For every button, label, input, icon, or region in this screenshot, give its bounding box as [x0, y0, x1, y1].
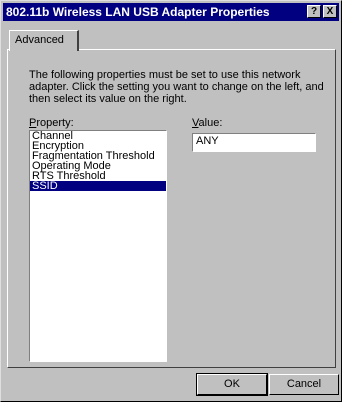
- properties-dialog: 802.11b Wireless LAN USB Adapter Propert…: [0, 0, 342, 402]
- title-bar[interactable]: 802.11b Wireless LAN USB Adapter Propert…: [3, 3, 339, 21]
- cancel-button[interactable]: Cancel: [269, 374, 339, 395]
- value-label: Value:: [192, 117, 222, 129]
- description-text: The following properties must be set to …: [29, 69, 324, 105]
- property-listbox[interactable]: Channel Encryption Fragmentation Thresho…: [29, 130, 167, 362]
- tab-advanced-label: Advanced: [15, 34, 64, 46]
- value-label-rest: alue:: [198, 117, 223, 129]
- list-item-ssid[interactable]: SSID: [30, 181, 166, 192]
- help-button[interactable]: ?: [307, 5, 321, 18]
- property-label-rest: roperty:: [36, 117, 74, 129]
- tab-advanced[interactable]: Advanced: [9, 30, 79, 51]
- close-button[interactable]: X: [323, 5, 337, 18]
- property-label: Property:: [29, 117, 74, 129]
- window-title: 802.11b Wireless LAN USB Adapter Propert…: [6, 5, 270, 19]
- value-field[interactable]: ANY: [192, 133, 316, 152]
- ok-button[interactable]: OK: [196, 373, 268, 396]
